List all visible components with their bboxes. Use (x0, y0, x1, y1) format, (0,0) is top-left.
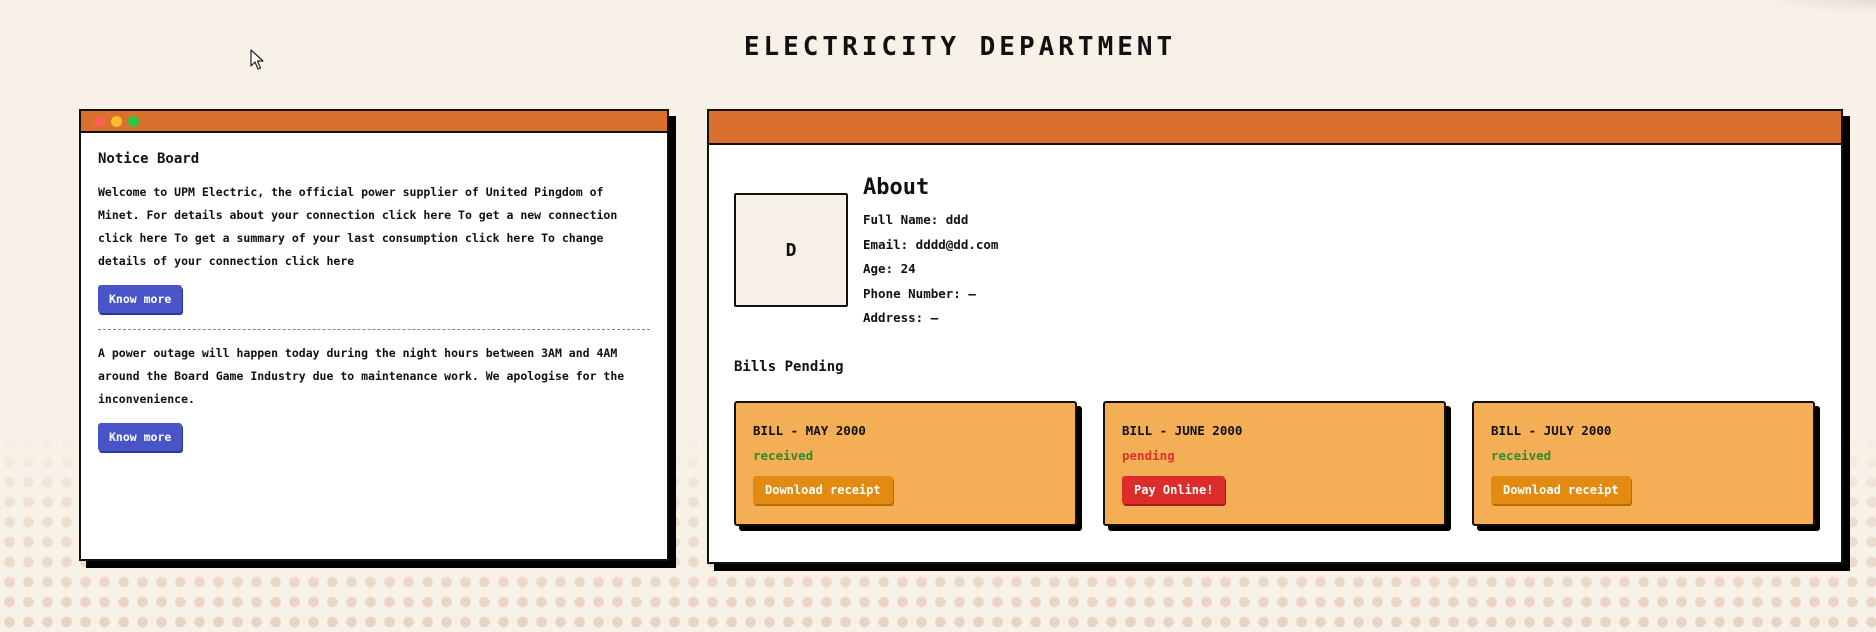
mouse-pointer-icon (250, 49, 264, 70)
notice-text: Welcome to UPM Electric, the official po… (98, 185, 618, 268)
corner-shadow (1756, 0, 1876, 14)
page-title: ELECTRICITY DEPARTMENT (743, 32, 1177, 62)
bill-name: BILL - MAY 2000 (753, 423, 866, 438)
avatar-initial: D (785, 239, 797, 261)
bills-pending-title: Bills Pending (734, 359, 844, 375)
bill-name: BILL - JUNE 2000 (1122, 423, 1243, 438)
notice-text: A power outage will happen today during … (98, 346, 625, 406)
know-more-button[interactable]: Know more (98, 423, 183, 451)
about-title: About (863, 175, 930, 200)
notice-window-titlebar (81, 111, 667, 133)
age-field: Age: 24 (863, 261, 916, 276)
pay-online-button[interactable]: Pay Online! (1122, 476, 1226, 504)
avatar: D (734, 193, 848, 307)
notice-divider (98, 329, 650, 330)
bill-card: BILL - MAY 2000 received Download receip… (734, 401, 1077, 526)
address-field: Address: — (863, 310, 939, 325)
maximize-dot-icon[interactable] (128, 116, 139, 127)
close-dot-icon[interactable] (94, 116, 105, 127)
email-field: Email: dddd@dd.com (863, 236, 999, 252)
download-receipt-button[interactable]: Download receipt (1491, 476, 1631, 504)
download-receipt-button[interactable]: Download receipt (753, 476, 893, 504)
bill-status: pending (1122, 448, 1175, 463)
notice-board-content: Notice Board Welcome to UPM Electric, th… (81, 133, 667, 469)
bill-status: received (753, 448, 814, 463)
profile-window-titlebar (709, 111, 1841, 145)
know-more-button[interactable]: Know more (98, 285, 183, 313)
full-name-field: Full Name: ddd (863, 212, 969, 227)
about-section: About Full Name: ddd Email: dddd@dd.com … (863, 175, 998, 331)
notice-board-window: Notice Board Welcome to UPM Electric, th… (79, 109, 669, 561)
phone-number-field: Phone Number: — (863, 285, 976, 301)
bill-status: received (1491, 448, 1552, 463)
minimize-dot-icon[interactable] (111, 116, 122, 127)
profile-window: D About Full Name: ddd Email: dddd@dd.co… (707, 109, 1843, 564)
bill-card: BILL - JUNE 2000 pending Pay Online! (1103, 401, 1446, 526)
bill-name: BILL - JULY 2000 (1491, 423, 1612, 438)
notice-board-title: Notice Board (98, 151, 200, 167)
bill-card: BILL - JULY 2000 received Download recei… (1472, 401, 1815, 526)
